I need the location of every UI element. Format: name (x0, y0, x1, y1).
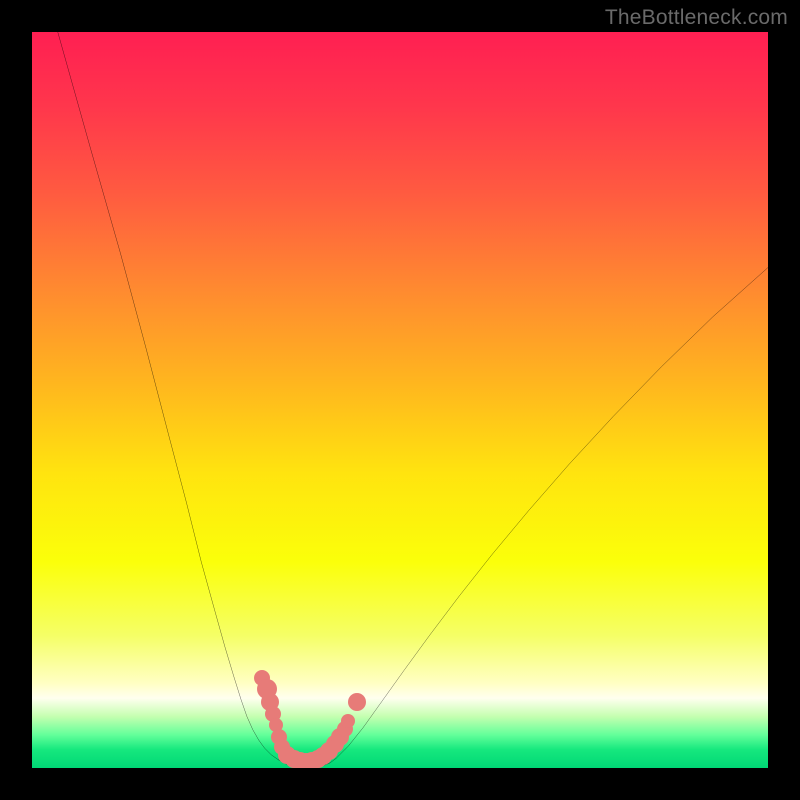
chart-stage: TheBottleneck.com (0, 0, 800, 800)
watermark-text: TheBottleneck.com (605, 6, 788, 30)
bottleneck-marker (348, 693, 366, 711)
bottleneck-marker (341, 714, 355, 728)
plot-area (32, 32, 768, 768)
marker-layer (32, 32, 768, 768)
